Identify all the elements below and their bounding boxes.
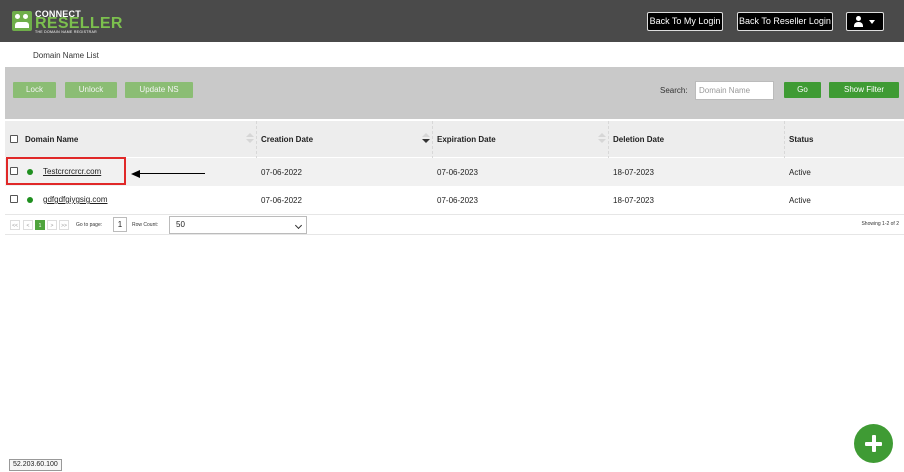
sort-desc-icon[interactable] bbox=[246, 139, 254, 143]
row-checkbox[interactable] bbox=[10, 195, 18, 203]
column-header-deletion-date[interactable]: Deletion Date bbox=[613, 121, 664, 157]
chevron-down-icon bbox=[294, 221, 303, 230]
show-filter-button[interactable]: Show Filter bbox=[829, 82, 899, 98]
goto-page-input[interactable]: 1 bbox=[113, 217, 127, 232]
logo-people-icon bbox=[12, 11, 32, 31]
column-header-expiration-date[interactable]: Expiration Date bbox=[437, 121, 496, 157]
prev-page-button[interactable]: < bbox=[23, 220, 33, 230]
user-menu-button[interactable] bbox=[846, 12, 884, 31]
domain-link[interactable]: gdfgdfgiygsig.com bbox=[43, 195, 107, 204]
expiration-date-cell: 07-06-2023 bbox=[437, 168, 478, 177]
caret-down-icon bbox=[869, 20, 875, 24]
connect-reseller-logo[interactable]: CONNECT RESELLER THE DOMAIN NAME REGISTR… bbox=[12, 9, 122, 35]
lock-button[interactable]: Lock bbox=[13, 82, 56, 98]
creation-date-cell: 07-06-2022 bbox=[261, 168, 302, 177]
row-count-select[interactable]: 50 bbox=[169, 216, 307, 234]
sort-desc-icon[interactable] bbox=[422, 139, 430, 143]
search-label: Search: bbox=[660, 86, 688, 95]
deletion-date-cell: 18-07-2023 bbox=[613, 168, 654, 177]
unlock-button[interactable]: Unlock bbox=[65, 82, 117, 98]
last-page-button[interactable]: >> bbox=[59, 220, 69, 230]
ip-address-label: 52.203.60.100 bbox=[9, 459, 62, 471]
status-cell: Active bbox=[789, 196, 811, 205]
column-header-domain-name[interactable]: Domain Name bbox=[25, 121, 78, 157]
column-header-status[interactable]: Status bbox=[789, 121, 813, 157]
arrow-line bbox=[138, 173, 205, 174]
column-header-creation-date[interactable]: Creation Date bbox=[261, 121, 313, 157]
user-icon bbox=[856, 16, 861, 21]
select-all-checkbox[interactable] bbox=[10, 135, 18, 143]
page-1-button[interactable]: 1 bbox=[35, 220, 45, 230]
showing-count: Showing 1-2 of 2 bbox=[861, 221, 899, 227]
go-button[interactable]: Go bbox=[784, 82, 821, 98]
row-count-label: Row Count: bbox=[132, 222, 159, 228]
sort-asc-icon[interactable] bbox=[598, 133, 606, 137]
user-icon-body bbox=[854, 22, 863, 27]
sort-asc-icon[interactable] bbox=[246, 133, 254, 137]
sort-desc-icon[interactable] bbox=[598, 139, 606, 143]
first-page-button[interactable]: << bbox=[10, 220, 20, 230]
arrow-left-icon bbox=[131, 170, 140, 178]
status-dot-icon bbox=[27, 197, 33, 203]
creation-date-cell: 07-06-2022 bbox=[261, 196, 302, 205]
highlight-box bbox=[6, 157, 126, 185]
sort-asc-icon[interactable] bbox=[422, 133, 430, 137]
row-count-value: 50 bbox=[176, 220, 185, 229]
expiration-date-cell: 07-06-2023 bbox=[437, 196, 478, 205]
status-cell: Active bbox=[789, 168, 811, 177]
search-input[interactable] bbox=[695, 81, 774, 100]
breadcrumb: Domain Name List bbox=[33, 51, 99, 60]
deletion-date-cell: 18-07-2023 bbox=[613, 196, 654, 205]
goto-page-label: Go to page: bbox=[76, 222, 103, 228]
add-plus-icon[interactable] bbox=[854, 424, 893, 463]
back-to-reseller-login-button[interactable]: Back To Reseller Login bbox=[737, 12, 833, 31]
update-ns-button[interactable]: Update NS bbox=[125, 82, 193, 98]
logo-tagline: THE DOMAIN NAME REGISTRAR bbox=[35, 30, 97, 34]
next-page-button[interactable]: > bbox=[47, 220, 57, 230]
back-to-my-login-button[interactable]: Back To My Login bbox=[647, 12, 723, 31]
